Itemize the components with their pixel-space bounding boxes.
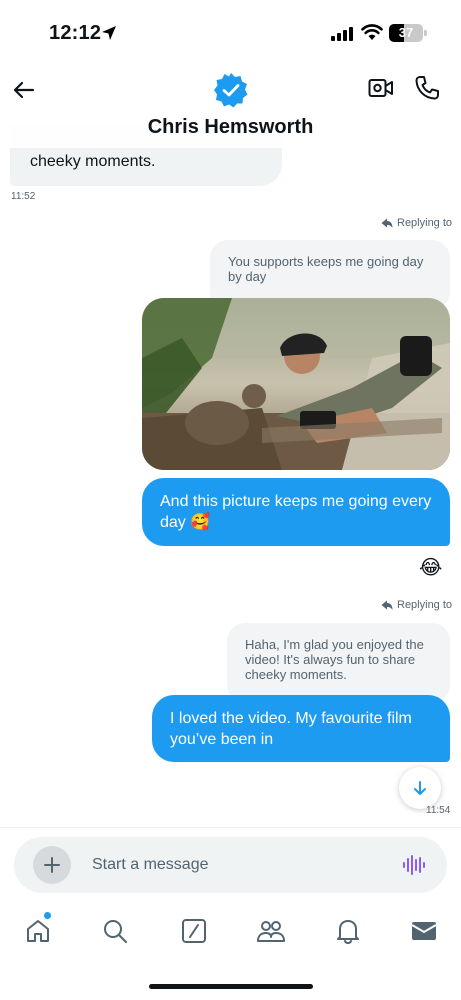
tab-search[interactable]: [99, 915, 131, 947]
shared-photo[interactable]: [142, 298, 450, 470]
message-text: I loved the video. My favourite film you…: [170, 710, 412, 748]
voice-message-button[interactable]: [402, 853, 426, 882]
quoted-text: You supports keeps me going day by day: [228, 254, 424, 284]
scroll-to-bottom-button[interactable]: [399, 767, 441, 809]
replying-to-label: Replying to: [397, 599, 453, 611]
battery-level: 37: [398, 25, 414, 40]
message-text: And this picture keeps me going every da…: [160, 493, 432, 531]
phone-call-button[interactable]: [414, 75, 440, 106]
plus-icon: [44, 857, 60, 873]
video-call-button[interactable]: [368, 77, 394, 104]
message-reaction[interactable]: 😂: [419, 555, 442, 580]
add-media-button[interactable]: [33, 846, 71, 884]
arrow-down-icon: [414, 781, 426, 795]
tab-compose[interactable]: [178, 915, 210, 947]
communities-icon: [257, 921, 285, 942]
envelope-icon: [411, 922, 437, 940]
bell-icon: [337, 920, 359, 945]
tab-messages[interactable]: [408, 915, 440, 947]
quoted-text: Haha, I'm glad you enjoyed the video! It…: [245, 637, 424, 682]
wifi-icon: [361, 24, 383, 40]
photo-image: [142, 298, 450, 470]
video-call-icon: [368, 79, 393, 97]
tab-notifications[interactable]: [332, 915, 364, 947]
replying-to-indicator: Replying to: [381, 599, 452, 611]
message-text: cheeky moments.: [30, 153, 156, 170]
message-timestamp: 11:54: [426, 805, 451, 816]
location-arrow-icon: [102, 26, 116, 40]
cellular-signal-icon: [331, 26, 353, 41]
conversation-header: Chris Hemsworth: [0, 64, 461, 148]
home-indicator: [149, 984, 313, 989]
back-button[interactable]: [10, 76, 38, 104]
status-bar: 12:12 37: [0, 0, 461, 64]
bottom-tab-bar: [0, 905, 461, 957]
home-icon: [27, 920, 49, 942]
replying-to-indicator: Replying to: [381, 217, 452, 229]
new-activity-dot: [44, 912, 51, 919]
status-time: 12:12: [49, 22, 102, 44]
voice-waveform-icon: [403, 855, 425, 875]
compose-icon: [182, 919, 206, 943]
verified-badge-icon[interactable]: [213, 72, 249, 108]
message-composer: [14, 837, 447, 893]
search-icon: [104, 920, 127, 943]
contact-name[interactable]: Chris Hemsworth: [0, 116, 461, 139]
outgoing-message[interactable]: And this picture keeps me going every da…: [142, 478, 450, 546]
reply-arrow-icon: [381, 600, 393, 610]
battery-icon: 37: [389, 24, 423, 42]
tab-communities[interactable]: [255, 915, 287, 947]
replying-to-label: Replying to: [397, 217, 453, 229]
tab-home[interactable]: [22, 915, 54, 947]
composer-divider: [0, 827, 461, 828]
message-timestamp: 11:52: [11, 191, 36, 202]
message-input[interactable]: [92, 853, 382, 877]
quoted-message[interactable]: Haha, I'm glad you enjoyed the video! It…: [227, 623, 450, 703]
back-arrow-icon: [13, 81, 35, 99]
reply-arrow-icon: [381, 218, 393, 228]
outgoing-message[interactable]: I loved the video. My favourite film you…: [152, 695, 450, 762]
phone-icon: [415, 76, 439, 100]
